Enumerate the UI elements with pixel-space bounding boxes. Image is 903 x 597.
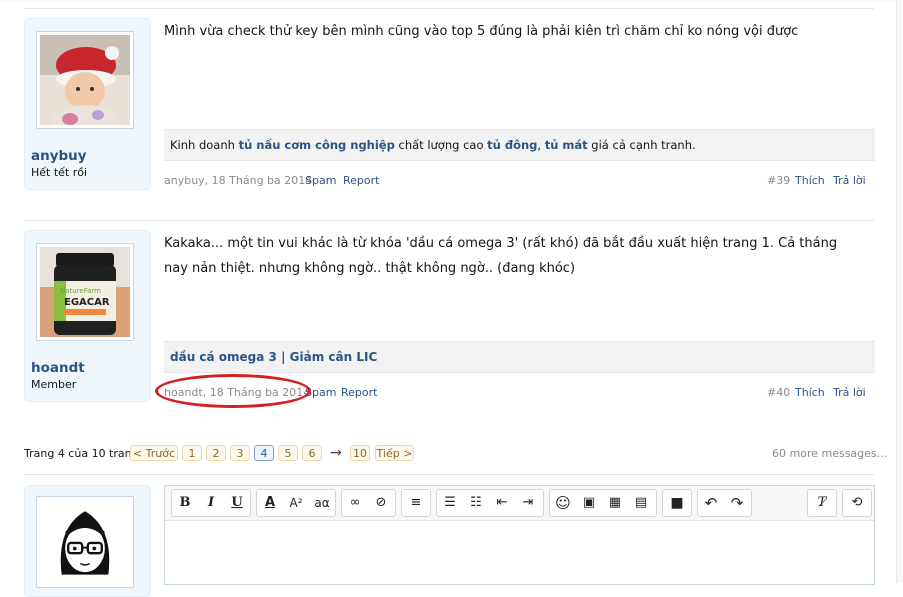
- post-number[interactable]: #39: [767, 174, 790, 187]
- message-content: Mình vừa check thử key bên mình cũng vào…: [164, 24, 799, 39]
- bold-icon[interactable]: B: [172, 490, 198, 516]
- unlink-icon[interactable]: ⊘: [368, 490, 394, 516]
- message-content: Kakaka... một tin vui khác là từ khóa 'd…: [164, 236, 838, 276]
- page-10-button[interactable]: 10: [350, 445, 370, 461]
- avatar-image: [43, 500, 127, 584]
- user-title: Hết tết rồi: [31, 166, 88, 179]
- signature-link[interactable]: Giảm cân LIC: [290, 350, 378, 364]
- toolbar-group-mode: ⟲: [842, 489, 872, 517]
- outdent-icon[interactable]: ⇤: [489, 490, 515, 516]
- next-page-button[interactable]: Tiếp >: [375, 445, 414, 461]
- username[interactable]: anybuy: [31, 148, 87, 164]
- avatar[interactable]: [36, 31, 134, 137]
- signature-link[interactable]: tủ đông: [487, 138, 537, 152]
- svg-text:EGACAR: EGACAR: [64, 297, 110, 308]
- toolbar-group-basic: B I U: [171, 489, 251, 517]
- italic-icon[interactable]: I: [198, 490, 224, 516]
- spam-link[interactable]: Spam: [305, 174, 336, 187]
- bullet-list-icon[interactable]: ☰: [437, 490, 463, 516]
- align-icon[interactable]: ≡: [403, 490, 429, 516]
- remove-format-icon[interactable]: T̷: [809, 490, 835, 516]
- message-editor[interactable]: B I U A A² aα ∞ ⊘ ≡ ☰ ☷ ⇤ ⇥ ☺ ▣ ▦ ▤ ■ ↶ …: [164, 485, 875, 585]
- post-number[interactable]: #40: [767, 386, 790, 399]
- toolbar-group-link: ∞ ⊘: [341, 489, 396, 517]
- toolbar-group-list: ☰ ☷ ⇤ ⇥: [436, 489, 544, 517]
- page-2-button[interactable]: 2: [206, 445, 226, 461]
- font-family-icon[interactable]: aα: [309, 490, 335, 516]
- toggle-bbcode-icon[interactable]: ⟲: [844, 490, 870, 516]
- toolbar-group-font: A A² aα: [256, 489, 336, 517]
- page-jump-arrow[interactable]: →: [330, 445, 342, 461]
- text-color-icon[interactable]: A: [257, 490, 283, 516]
- more-messages-link[interactable]: 60 more messages...: [772, 447, 887, 464]
- page-5-button[interactable]: 5: [278, 445, 298, 461]
- signature-text: chất lượng cao: [394, 138, 488, 152]
- top-edge: [0, 0, 903, 2]
- toolbar-group-format: T̷: [807, 489, 837, 517]
- numbered-list-icon[interactable]: ☷: [463, 490, 489, 516]
- avatar[interactable]: NatureFarm EGACAR: [36, 243, 134, 341]
- post-separator: [24, 8, 874, 9]
- signature-text: Kinh doanh: [170, 138, 239, 152]
- editor-toolbar: B I U A A² aα ∞ ⊘ ≡ ☰ ☷ ⇤ ⇥ ☺ ▣ ▦ ▤ ■ ↶ …: [165, 486, 874, 521]
- username[interactable]: hoandt: [31, 360, 85, 376]
- report-link[interactable]: Report: [341, 386, 377, 399]
- avatar-image: [40, 35, 130, 137]
- post-date[interactable]: anybuy, 18 Tháng ba 2014: [164, 174, 312, 187]
- report-link[interactable]: Report: [343, 174, 379, 187]
- scrollbar-track[interactable]: [896, 0, 903, 583]
- like-link[interactable]: Thích: [795, 386, 825, 399]
- toolbar-group-save: ■: [662, 489, 692, 517]
- page-nav-label: Trang 4 của 10 trang: [24, 447, 139, 460]
- avatar[interactable]: [36, 496, 134, 588]
- signature: dầu cá omega 3 | Giảm cân LIC: [164, 341, 875, 373]
- toolbar-group-history: ↶ ↷: [697, 489, 752, 517]
- page-1-button[interactable]: 1: [182, 445, 202, 461]
- like-link[interactable]: Thích: [795, 174, 825, 187]
- page-3-button[interactable]: 3: [230, 445, 250, 461]
- link-icon[interactable]: ∞: [342, 490, 368, 516]
- save-icon[interactable]: ■: [664, 490, 690, 516]
- signature-text: giá cả cạnh tranh.: [587, 138, 696, 152]
- quote-icon[interactable]: ▤: [628, 490, 654, 516]
- redo-icon[interactable]: ↷: [724, 490, 750, 516]
- smiley-icon[interactable]: ☺: [550, 490, 576, 516]
- page-4-current[interactable]: 4: [254, 445, 274, 461]
- undo-icon[interactable]: ↶: [698, 490, 724, 516]
- font-size-icon[interactable]: A²: [283, 490, 309, 516]
- media-icon[interactable]: ▦: [602, 490, 628, 516]
- signature-link[interactable]: dầu cá omega 3: [170, 350, 277, 364]
- prev-page-button[interactable]: < Trước: [130, 445, 178, 461]
- avatar-image: NatureFarm EGACAR: [40, 247, 130, 337]
- signature-link[interactable]: tủ nấu cơm công nghiệp: [239, 138, 395, 152]
- user-title: Member: [31, 378, 77, 391]
- toolbar-group-insert: ☺ ▣ ▦ ▤: [549, 489, 657, 517]
- highlight-ellipse-annotation: [155, 374, 311, 408]
- signature-text: ,: [537, 138, 545, 152]
- post-separator: [24, 474, 874, 475]
- underline-icon[interactable]: U: [224, 490, 250, 516]
- signature-link[interactable]: tủ mát: [545, 138, 588, 152]
- page-6-button[interactable]: 6: [302, 445, 322, 461]
- post-separator: [24, 220, 874, 221]
- signature: Kinh doanh tủ nấu cơm công nghiệp chất l…: [164, 129, 875, 161]
- image-icon[interactable]: ▣: [576, 490, 602, 516]
- signature-separator: |: [276, 350, 290, 364]
- svg-text:NatureFarm: NatureFarm: [60, 287, 101, 295]
- toolbar-group-align: ≡: [401, 489, 431, 517]
- indent-icon[interactable]: ⇥: [515, 490, 541, 516]
- reply-link[interactable]: Trả lời: [833, 174, 866, 187]
- reply-link[interactable]: Trả lời: [833, 386, 866, 399]
